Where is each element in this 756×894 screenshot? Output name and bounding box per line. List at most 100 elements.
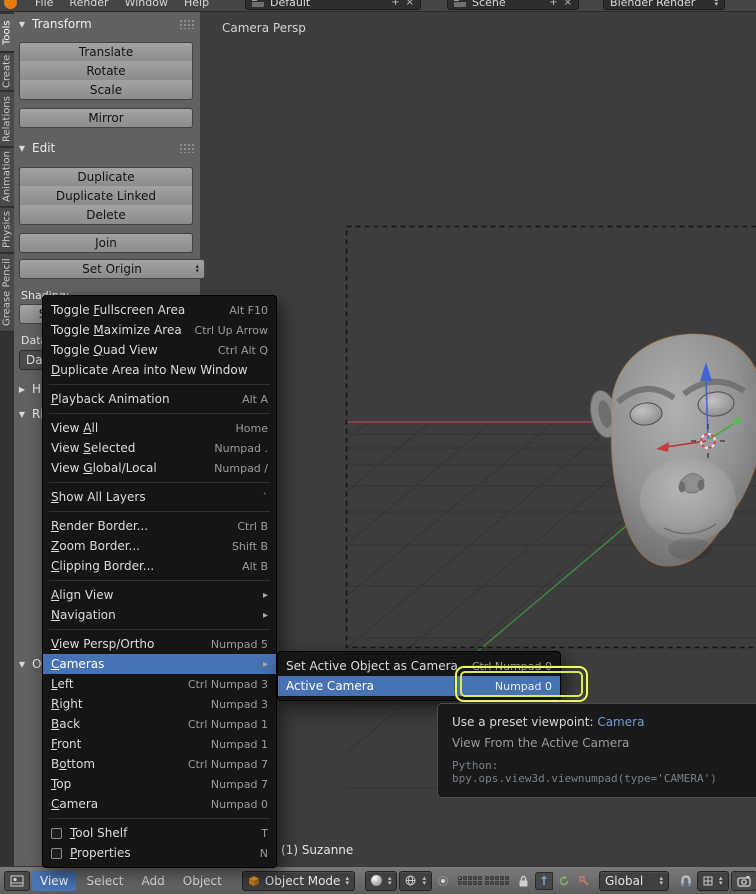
menu-item-bottom[interactable]: Bottom Ctrl Numpad 7 — [43, 754, 276, 774]
menu-item-cameras[interactable]: Cameras ▸ — [43, 654, 276, 674]
editor-type-button[interactable] — [4, 870, 30, 891]
set-origin-dropdown[interactable]: Set Origin ▴ ▾ — [19, 259, 205, 279]
layer-cell[interactable] — [457, 876, 462, 880]
menu-item-view-persp-ortho[interactable]: View Persp/Ortho Numpad 5 — [43, 634, 276, 654]
manipulator-rotate-toggle[interactable] — [555, 872, 573, 890]
menu-file[interactable]: File — [27, 0, 61, 9]
header-menu-add[interactable]: Add — [134, 871, 173, 891]
menu-item-tool-shelf[interactable]: Tool Shelf T — [43, 823, 276, 843]
layer-cell[interactable] — [467, 876, 472, 880]
menu-item-toggle-fullscreen-area[interactable]: Toggle Fullscreen Area Alt F10 — [43, 300, 276, 320]
translate-button[interactable]: Translate — [19, 42, 193, 62]
menu-item-view-all[interactable]: View All Home — [43, 418, 276, 438]
snap-magnet-icon[interactable] — [677, 872, 695, 890]
menu-item-front[interactable]: Front Numpad 1 — [43, 734, 276, 754]
close-scene-button[interactable]: × — [564, 0, 572, 8]
menu-item-duplicate-area-into-new-window[interactable]: Duplicate Area into New Window — [43, 360, 276, 380]
close-layout-button[interactable]: × — [406, 0, 414, 8]
layer-cell[interactable] — [494, 881, 499, 885]
menu-item-shortcut: Numpad 7 — [210, 777, 268, 791]
pivot-align-toggle[interactable] — [434, 872, 452, 890]
panel-grip-icon[interactable] — [179, 19, 195, 29]
layer-cell[interactable] — [484, 881, 489, 885]
menu-item-clipping-border[interactable]: Clipping Border... Alt B — [43, 556, 276, 576]
panel-header-transform[interactable]: ▼ Transform — [17, 15, 197, 33]
panel-header-edit[interactable]: ▼ Edit — [17, 139, 197, 157]
menu-item-left[interactable]: Left Ctrl Numpad 3 — [43, 674, 276, 694]
shelf-tab-tools[interactable]: Tools — [0, 14, 14, 52]
lock-to-scene-icon[interactable] — [515, 872, 533, 890]
scale-button[interactable]: Scale — [19, 80, 193, 100]
shelf-tab-create[interactable]: Create — [0, 53, 14, 91]
layer-cell[interactable] — [499, 881, 504, 885]
menu-item-show-all-layers[interactable]: Show All Layers ` — [43, 487, 276, 507]
menu-window[interactable]: Window — [117, 0, 176, 9]
header-menu-object[interactable]: Object — [175, 871, 230, 891]
menu-item-top[interactable]: Top Numpad 7 — [43, 774, 276, 794]
menu-item-navigation[interactable]: Navigation ▸ — [43, 605, 276, 625]
shelf-tab-grease-pencil[interactable]: Grease Pencil — [0, 254, 14, 332]
menu-help[interactable]: Help — [176, 0, 217, 9]
screen-layout-selector[interactable]: Default + × — [245, 0, 422, 10]
join-button[interactable]: Join — [19, 233, 193, 253]
mode-dropdown[interactable]: Object Mode ▴ ▾ — [241, 870, 355, 891]
scene-selector[interactable]: Scene + × — [447, 0, 580, 10]
menu-item-right[interactable]: Right Numpad 3 — [43, 694, 276, 714]
menu-item-view-global-local[interactable]: View Global/Local Numpad / — [43, 458, 276, 478]
menu-item-zoom-border[interactable]: Zoom Border... Shift B — [43, 536, 276, 556]
menu-item-back[interactable]: Back Ctrl Numpad 1 — [43, 714, 276, 734]
browse-layouts-icon[interactable] — [252, 0, 265, 7]
header-menu-view[interactable]: View — [32, 870, 77, 891]
menu-item-view-selected[interactable]: View Selected Numpad . — [43, 438, 276, 458]
menu-item-camera[interactable]: Camera Numpad 0 — [43, 794, 276, 814]
layers-widget[interactable] — [457, 876, 509, 885]
rotate-button[interactable]: Rotate — [19, 61, 193, 81]
layer-cell[interactable] — [499, 876, 504, 880]
menu-item-toggle-quad-view[interactable]: Toggle Quad View Ctrl Alt Q — [43, 340, 276, 360]
duplicate-button[interactable]: Duplicate — [19, 167, 193, 187]
browse-scenes-icon[interactable] — [454, 0, 467, 7]
shelf-tab-relations[interactable]: Relations — [0, 92, 14, 147]
layer-cell[interactable] — [489, 881, 494, 885]
orientation-dropdown[interactable]: Global ▴ ▾ — [598, 870, 669, 891]
duplicate-linked-button[interactable]: Duplicate Linked — [19, 186, 193, 206]
layer-cell[interactable] — [494, 876, 499, 880]
shelf-tab-animation[interactable]: Animation — [0, 148, 14, 207]
viewport-shading-dropdown[interactable]: ▴ ▾ — [364, 870, 398, 891]
layer-cell[interactable] — [489, 876, 494, 880]
layer-cell[interactable] — [504, 876, 509, 880]
menu-render[interactable]: Render — [61, 0, 116, 9]
layer-cell[interactable] — [462, 881, 467, 885]
manipulator-scale-toggle[interactable] — [575, 872, 593, 890]
add-scene-button[interactable]: + — [549, 0, 557, 8]
mirror-button[interactable]: Mirror — [19, 108, 193, 128]
snap-element-dropdown[interactable]: ▴ ▾ — [696, 870, 729, 891]
menu-item-align-view[interactable]: Align View ▸ — [43, 585, 276, 605]
layer-cell[interactable] — [477, 876, 482, 880]
pivot-point-dropdown[interactable]: ▴ ▾ — [399, 870, 432, 891]
layer-cell[interactable] — [504, 881, 509, 885]
layer-cell[interactable] — [462, 876, 467, 880]
menu-item-render-border[interactable]: Render Border... Ctrl B — [43, 516, 276, 536]
layer-cell[interactable] — [484, 876, 489, 880]
layer-cell[interactable] — [457, 881, 462, 885]
header-menu-select[interactable]: Select — [78, 871, 131, 891]
suzanne-model[interactable] — [586, 333, 756, 567]
menu-item-toggle-maximize-area[interactable]: Toggle Maximize Area Ctrl Up Arrow — [43, 320, 276, 340]
opengl-render-button[interactable] — [730, 870, 756, 891]
render-engine-selector[interactable]: Blender Render ▴▾ — [603, 0, 726, 10]
delete-button[interactable]: Delete — [19, 205, 193, 225]
menu-item-playback-animation[interactable]: Playback Animation Alt A — [43, 389, 276, 409]
layer-cell[interactable] — [472, 881, 477, 885]
menu-item-label: Tool Shelf — [70, 826, 128, 840]
layer-cell[interactable] — [467, 881, 472, 885]
menu-item-active-camera[interactable]: Active Camera Numpad 0 — [278, 676, 560, 696]
add-layout-button[interactable]: + — [391, 0, 399, 8]
layer-cell[interactable] — [477, 881, 482, 885]
menu-item-properties[interactable]: Properties N — [43, 843, 276, 863]
layer-cell[interactable] — [472, 876, 477, 880]
manipulator-translate-toggle[interactable] — [534, 871, 553, 890]
panel-grip-icon[interactable] — [179, 143, 195, 153]
shelf-tab-physics[interactable]: Physics — [0, 208, 14, 253]
menu-item-set-active-object-as-camera[interactable]: Set Active Object as Camera Ctrl Numpad 0 — [278, 656, 560, 676]
